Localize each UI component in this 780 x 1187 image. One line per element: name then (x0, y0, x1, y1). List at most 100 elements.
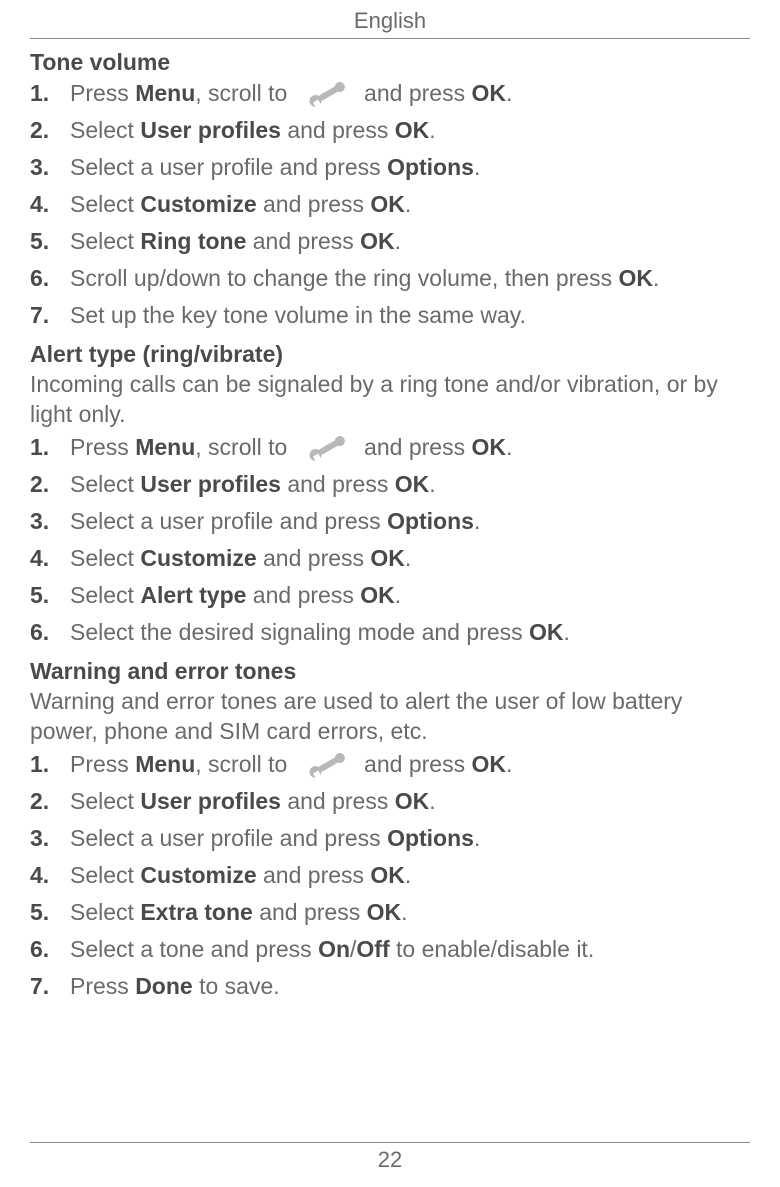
step-text: to save. (193, 973, 280, 999)
step-text: and press (257, 191, 371, 217)
section-title: Alert type (ring/vibrate) (30, 341, 750, 368)
step-text: . (405, 545, 411, 571)
step-item: Scroll up/down to change the ring volume… (30, 263, 750, 294)
step-text: and press (281, 788, 395, 814)
step-item: Press Menu, scroll to and press OK. (30, 78, 750, 109)
step-text: Select (70, 582, 140, 608)
step-text: Select (70, 191, 140, 217)
step-bold-text: Options (387, 154, 474, 180)
step-item: Select a tone and press On/Off to enable… (30, 934, 750, 965)
step-text: . (429, 471, 435, 497)
step-bold-text: OK (619, 265, 654, 291)
step-text: Select (70, 545, 140, 571)
step-text: and press (246, 582, 360, 608)
step-text: . (395, 582, 401, 608)
section: Alert type (ring/vibrate)Incoming calls … (30, 341, 750, 648)
step-bold-text: Menu (135, 751, 195, 777)
step-text: , scroll to (195, 434, 293, 460)
step-bold-text: On (318, 936, 350, 962)
step-bold-text: User profiles (140, 471, 281, 497)
section-intro: Warning and error tones are used to aler… (30, 687, 750, 747)
step-bold-text: OK (395, 471, 430, 497)
step-list: Press Menu, scroll to and press OK.Selec… (30, 749, 750, 1002)
wrench-icon (300, 752, 352, 780)
step-text: . (506, 751, 512, 777)
page-content: Tone volumePress Menu, scroll to and pre… (30, 49, 750, 1003)
step-text: and press (281, 471, 395, 497)
step-text: Scroll up/down to change the ring volume… (70, 265, 619, 291)
step-text: and press (358, 751, 472, 777)
step-text: and press (358, 434, 472, 460)
step-bold-text: OK (471, 434, 506, 460)
step-item: Select Customize and press OK. (30, 189, 750, 220)
step-bold-text: OK (370, 862, 405, 888)
step-text: and press (281, 117, 395, 143)
section: Warning and error tonesWarning and error… (30, 658, 750, 1002)
step-bold-text: OK (395, 117, 430, 143)
step-text: . (405, 191, 411, 217)
step-text: , scroll to (195, 751, 293, 777)
step-text: to enable/disable it. (390, 936, 595, 962)
step-bold-text: User profiles (140, 117, 281, 143)
page-header: English (30, 8, 750, 39)
step-text: Press (70, 973, 135, 999)
step-text: and press (358, 80, 472, 106)
step-text: Press (70, 751, 135, 777)
step-text: Select (70, 117, 140, 143)
step-list: Press Menu, scroll to and press OK.Selec… (30, 432, 750, 648)
step-text: . (429, 788, 435, 814)
step-item: Select a user profile and press Options. (30, 506, 750, 537)
step-item: Select Alert type and press OK. (30, 580, 750, 611)
step-item: Set up the key tone volume in the same w… (30, 300, 750, 331)
step-text: . (401, 899, 407, 925)
step-text: Select (70, 899, 140, 925)
step-bold-text: OK (360, 228, 395, 254)
step-item: Select User profiles and press OK. (30, 469, 750, 500)
step-text: and press (257, 862, 371, 888)
step-bold-text: Customize (140, 545, 256, 571)
step-text: Select (70, 862, 140, 888)
step-text: and press (253, 899, 367, 925)
step-text: . (564, 619, 570, 645)
step-text: . (474, 825, 480, 851)
step-item: Select Ring tone and press OK. (30, 226, 750, 257)
step-bold-text: OK (471, 751, 506, 777)
step-text: Select a user profile and press (70, 154, 387, 180)
step-item: Select Customize and press OK. (30, 543, 750, 574)
step-list: Press Menu, scroll to and press OK. Selec… (30, 78, 750, 331)
step-text: Press (70, 434, 135, 460)
section: Tone volumePress Menu, scroll to and pre… (30, 49, 750, 331)
step-bold-text: Customize (140, 191, 256, 217)
wrench-icon (300, 81, 352, 109)
step-item: Press Done to save. (30, 971, 750, 1002)
step-text: Select (70, 471, 140, 497)
step-text: . (405, 862, 411, 888)
step-item: Select the desired signaling mode and pr… (30, 617, 750, 648)
step-bold-text: Menu (135, 434, 195, 460)
step-item: Select a user profile and press Options. (30, 823, 750, 854)
step-bold-text: OK (370, 545, 405, 571)
step-bold-text: Ring tone (140, 228, 246, 254)
step-text: . (506, 434, 512, 460)
section-title: Tone volume (30, 49, 750, 76)
step-bold-text: Menu (135, 80, 195, 106)
step-bold-text: OK (471, 80, 506, 106)
step-bold-text: OK (367, 899, 402, 925)
page-number: 22 (378, 1147, 402, 1172)
step-bold-text: Alert type (140, 582, 246, 608)
step-item: Select User profiles and press OK. (30, 115, 750, 146)
step-bold-text: User profiles (140, 788, 281, 814)
step-text: . (506, 80, 512, 106)
section-intro: Incoming calls can be signaled by a ring… (30, 370, 750, 430)
step-text: . (653, 265, 659, 291)
step-text: Select the desired signaling mode and pr… (70, 619, 529, 645)
step-bold-text: Options (387, 825, 474, 851)
wrench-icon (300, 435, 352, 463)
step-text: Select (70, 788, 140, 814)
step-text: Select a tone and press (70, 936, 318, 962)
step-bold-text: Customize (140, 862, 256, 888)
step-text: Select a user profile and press (70, 508, 387, 534)
step-bold-text: OK (370, 191, 405, 217)
page-footer: 22 (30, 1142, 750, 1173)
step-bold-text: Done (135, 973, 193, 999)
